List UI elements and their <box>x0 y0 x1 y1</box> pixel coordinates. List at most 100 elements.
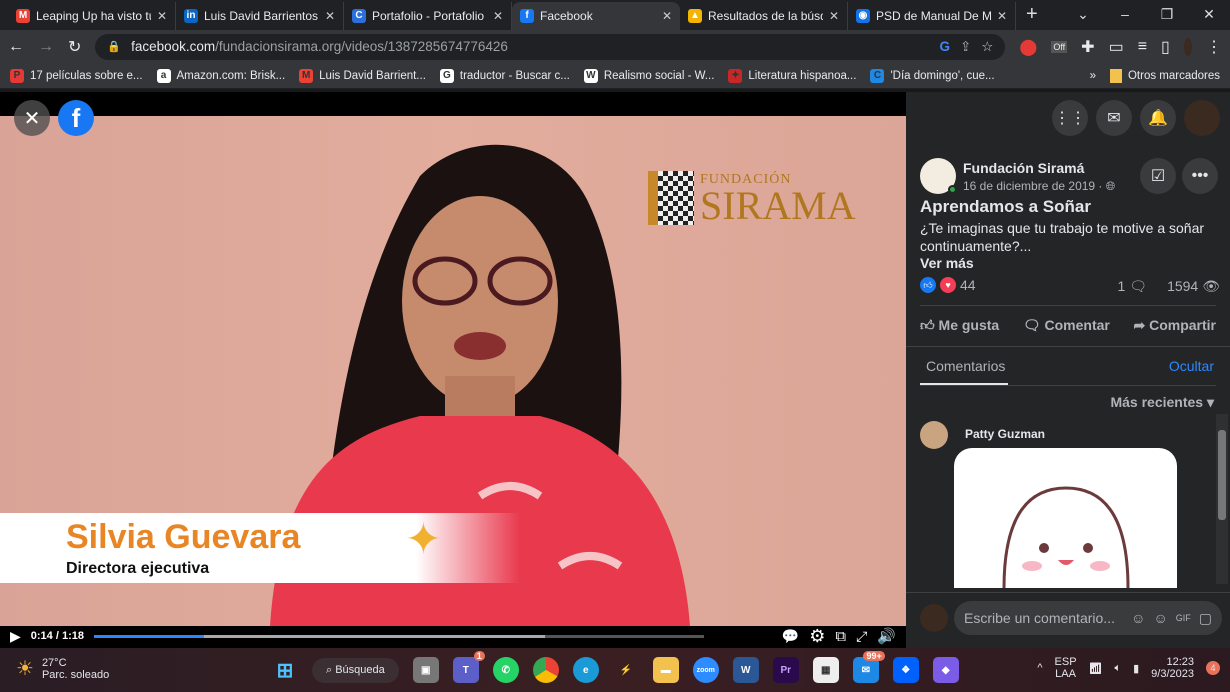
save-post-icon[interactable]: ☑ <box>1140 158 1176 194</box>
tab-comments[interactable]: Comentarios <box>926 358 1005 374</box>
back-button[interactable]: ← <box>8 38 24 56</box>
new-tab-button[interactable]: + <box>1016 3 1048 30</box>
close-tab-icon[interactable]: ✕ <box>997 9 1007 23</box>
profile-avatar[interactable] <box>1183 37 1192 56</box>
tab-drive[interactable]: ▲ Resultados de la búsq ✕ <box>680 2 848 30</box>
bookmark-star-icon[interactable]: ☆ <box>981 39 993 55</box>
picture-in-picture-icon[interactable]: ⧉ <box>835 628 846 645</box>
play-button[interactable]: ▶ <box>10 628 21 645</box>
page-name[interactable]: Fundación Siramá <box>963 160 1084 176</box>
language-indicator[interactable]: ESP LAA <box>1055 656 1077 680</box>
other-bookmarks-folder[interactable]: Otros marcadores <box>1109 68 1220 83</box>
word-icon[interactable]: W <box>732 657 759 683</box>
tab-linkedin[interactable]: in Luis David Barrientos | ✕ <box>176 2 344 30</box>
edge-icon[interactable]: e <box>572 657 599 683</box>
page-avatar[interactable] <box>920 158 957 194</box>
close-tab-icon[interactable]: ✕ <box>829 9 839 23</box>
close-video-button[interactable]: ✕ <box>14 100 50 136</box>
more-options-icon[interactable]: ••• <box>1182 158 1218 194</box>
bookmarks-overflow-button[interactable]: » <box>1090 70 1096 82</box>
gif-icon[interactable]: GIF <box>1176 613 1191 623</box>
commenter-name[interactable]: Patty Guzman <box>965 427 1045 441</box>
close-tab-icon[interactable]: ✕ <box>325 9 335 23</box>
avatar-sticker-icon[interactable]: ☺ <box>1131 610 1145 626</box>
google-lens-icon[interactable]: G <box>939 39 950 54</box>
task-view-icon[interactable]: ▣ <box>412 657 439 683</box>
cast-icon[interactable]: ▭ <box>1109 37 1124 57</box>
weather-widget[interactable]: ☀ 27°C Parc. soleado <box>16 656 109 681</box>
side-panel-icon[interactable]: ▯ <box>1161 37 1170 57</box>
bookmark-item[interactable]: M Luis David Barrient... <box>299 68 426 83</box>
bookmark-item[interactable]: ✦ Literatura hispanoa... <box>728 68 856 83</box>
dropbox-icon[interactable]: ❖ <box>892 657 919 683</box>
minimize-button[interactable]: – <box>1104 0 1146 30</box>
hide-comments-link[interactable]: Ocultar <box>1169 358 1214 374</box>
wifi-icon[interactable]: 📶︎ <box>1089 662 1103 675</box>
volume-tray-icon[interactable]: 🔈︎ <box>1115 662 1122 675</box>
teams-icon[interactable]: T1 <box>452 651 485 683</box>
sticker-icon[interactable]: ▢ <box>1199 610 1212 627</box>
whatsapp-icon[interactable]: ✆ <box>492 657 519 683</box>
forward-button[interactable]: → <box>38 38 54 56</box>
see-more-link[interactable]: Ver más <box>920 255 974 271</box>
bookmark-item[interactable]: P 17 películas sobre e... <box>10 68 143 83</box>
facebook-logo-icon[interactable]: f <box>58 100 94 136</box>
my-avatar[interactable] <box>920 604 948 632</box>
reactions-summary[interactable]: 👍︎ ♥ 44 <box>920 277 976 293</box>
tray-chevron-icon[interactable]: ^ <box>1037 662 1042 674</box>
mail-icon[interactable]: ✉ 99+ <box>852 651 885 683</box>
clock[interactable]: 12:23 9/3/2023 <box>1151 656 1194 680</box>
close-tab-icon[interactable]: ✕ <box>493 9 503 23</box>
menu-icon[interactable]: ⋮ <box>1206 37 1222 57</box>
fullscreen-icon[interactable]: ⤢ <box>856 628 867 645</box>
close-tab-icon[interactable]: ✕ <box>662 9 672 23</box>
start-button[interactable]: ⊞ <box>272 657 298 683</box>
chrome-icon[interactable] <box>532 657 559 683</box>
volume-icon[interactable]: 🔊 <box>877 627 896 645</box>
tab-gmail[interactable]: M Leaping Up ha visto tu ✕ <box>8 2 176 30</box>
comment-button[interactable]: 🗨︎ Comentar <box>1023 317 1110 334</box>
app-bolt-icon[interactable]: ⚡ <box>613 657 639 683</box>
commenter-avatar[interactable] <box>920 421 948 449</box>
sort-comments-dropdown[interactable]: Más recientes ▾ <box>1110 394 1214 411</box>
like-button[interactable]: 👍︎ Me gusta <box>920 317 999 334</box>
address-bar[interactable]: 🔒 facebook.com/fundacionsirama.org/video… <box>95 33 1006 60</box>
tab-freepik[interactable]: ◉ PSD de Manual De M ✕ <box>848 2 1016 30</box>
extension-off-icon[interactable]: Off <box>1051 40 1068 53</box>
post-date[interactable]: 16 de diciembre de 2019 · 🌐︎ <box>963 179 1115 194</box>
bookmark-item[interactable]: a Amazon.com: Brisk... <box>156 68 285 83</box>
store-icon[interactable]: ▦ <box>812 657 839 683</box>
bookmark-item[interactable]: Gtraductor - Buscar c... <box>439 68 570 83</box>
tab-search-button[interactable]: ⌄ <box>1062 0 1104 30</box>
emoji-icon[interactable]: ☺ <box>1153 610 1167 626</box>
premiere-icon[interactable]: Pr <box>772 657 799 683</box>
captions-icon[interactable]: 💬 <box>782 628 799 645</box>
taskbar-search[interactable]: ⌕ Búsqueda <box>312 657 399 683</box>
settings-gear-icon[interactable]: ⚙ <box>809 626 825 647</box>
copilot-icon[interactable]: ◆ <box>932 657 959 683</box>
media-icon[interactable]: ≡ <box>1138 38 1147 56</box>
messenger-icon[interactable]: ✉ <box>1096 100 1132 136</box>
account-avatar[interactable] <box>1184 100 1220 136</box>
file-explorer-icon[interactable]: ▬ <box>652 657 679 683</box>
share-icon[interactable]: ⇪ <box>960 39 971 55</box>
close-tab-icon[interactable]: ✕ <box>157 9 167 23</box>
tab-facebook[interactable]: f Facebook ✕ <box>512 2 680 30</box>
notifications-bell-icon[interactable]: 🔔 <box>1140 100 1176 136</box>
zoom-icon[interactable]: zoom <box>692 657 719 683</box>
video-player[interactable]: FUNDACIÓN SIRAMA Silvia Guevara Directora… <box>0 92 906 648</box>
maximize-button[interactable]: ❐ <box>1146 0 1188 30</box>
bookmark-item[interactable]: C 'Día domingo', cue... <box>870 68 995 83</box>
comment-input[interactable]: Escribe un comentario... ☺ ☺ GIF ▢ <box>954 601 1222 635</box>
comments-scrollbar[interactable] <box>1216 414 1228 584</box>
battery-icon[interactable]: ▮ <box>1133 662 1139 675</box>
tab-canva[interactable]: C Portafolio - Portafolio ✕ <box>344 2 512 30</box>
bookmark-item[interactable]: W Realismo social - W... <box>583 68 714 83</box>
notification-badge[interactable]: 4 <box>1206 661 1220 675</box>
extension-icon[interactable]: ⬤ <box>1019 37 1037 57</box>
video-progress-bar[interactable] <box>93 634 704 638</box>
menu-grid-icon[interactable]: ⋮⋮ <box>1052 100 1088 136</box>
extensions-puzzle-icon[interactable]: ✚ <box>1081 37 1094 57</box>
share-button[interactable]: ➦ Compartir <box>1133 317 1216 334</box>
close-window-button[interactable]: ✕ <box>1188 0 1230 30</box>
